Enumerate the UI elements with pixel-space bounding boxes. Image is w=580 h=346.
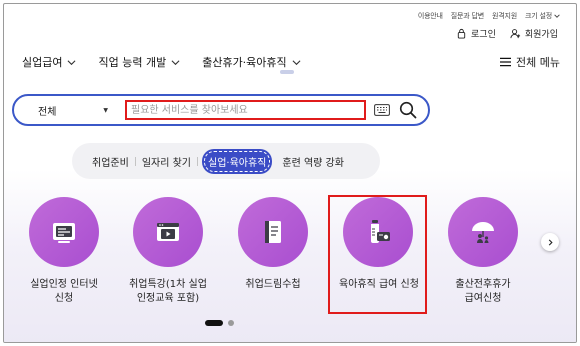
nav-maternity-leave[interactable]: 출산휴가·육아휴직 [202, 54, 301, 70]
keyboard-icon[interactable] [374, 104, 390, 116]
video-play-icon [157, 223, 179, 241]
category-tabs: 취업준비 일자리 찾기 실업·육아휴직 훈련 역량 강화 [72, 143, 380, 179]
hamburger-icon [500, 57, 512, 67]
account-links: 로그인 회원가입 [456, 27, 558, 40]
page-frame: 이용안내 질문과 답변 원격지원 크기 설정 로그인 회원가입 실업급여 직업 … [3, 3, 577, 343]
search-input[interactable] [125, 100, 366, 120]
search-category-select[interactable]: 전체 ▼ [38, 103, 108, 118]
tab-unemployment-leave[interactable]: 실업·육아휴직 [202, 148, 273, 174]
chevron-down-icon [171, 59, 180, 65]
pager-dot-active[interactable] [205, 320, 223, 326]
util-link-remote[interactable]: 원격지원 [492, 11, 517, 21]
carousel-pager [205, 320, 234, 326]
lock-icon [457, 28, 466, 39]
service-label-line: 급여신청 [464, 293, 502, 304]
service-label: 취업드림수첩 [234, 278, 312, 292]
caret-down-icon: ▼ [103, 107, 108, 114]
service-label-line: 육아휴직 급여 신청 [339, 279, 419, 290]
nav-label: 출산휴가·육아휴직 [202, 56, 287, 69]
login-link[interactable]: 로그인 [456, 27, 496, 40]
chevron-right-icon [548, 238, 553, 246]
umbrella-family-icon [472, 222, 494, 243]
chevron-down-icon [292, 59, 301, 65]
service-label-line: 인정교육 포함) [136, 293, 200, 304]
all-menu-label: 전체 메뉴 [516, 56, 560, 69]
join-link[interactable]: 회원가입 [510, 27, 558, 40]
login-label: 로그인 [471, 30, 496, 40]
service-icon-circle [29, 197, 99, 267]
nav-unemployment[interactable]: 실업급여 [22, 54, 76, 70]
service-label: 출산전후휴가 급여신청 [444, 278, 522, 306]
service-label-line: 취업드림수첩 [245, 279, 301, 290]
join-label: 회원가입 [524, 30, 558, 40]
all-menu-button[interactable]: 전체 메뉴 [500, 54, 560, 70]
search-category-value: 전체 [38, 107, 57, 118]
service-card-dream-book[interactable]: 취업드림수첩 [234, 197, 312, 292]
font-size-label: 크기 설정 [525, 12, 552, 20]
tab-job-prep[interactable]: 취업준비 [86, 154, 135, 169]
service-label-line: 신청 [54, 293, 74, 304]
service-card-maternity-benefit[interactable]: 출산전후휴가 급여신청 [444, 197, 522, 306]
carousel-next-button[interactable] [541, 233, 559, 251]
service-label: 육아휴직 급여 신청 [339, 278, 419, 292]
service-icon-circle [133, 197, 203, 267]
pager-dot[interactable] [228, 320, 234, 326]
partial-graphic [280, 70, 294, 74]
util-link-guide[interactable]: 이용안내 [418, 11, 443, 21]
util-link-qna[interactable]: 질문과 답변 [451, 11, 484, 21]
utility-links: 이용안내 질문과 답변 원격지원 크기 설정 [418, 11, 560, 21]
baby-bottle-card-icon [371, 220, 390, 243]
service-card-job-lecture[interactable]: 취업특강(1차 실업 인정교육 포함) [129, 197, 207, 306]
font-size-setting[interactable]: 크기 설정 [525, 11, 560, 21]
chevron-down-icon [554, 14, 560, 18]
service-label-line: 실업인정 인터넷 [30, 279, 98, 290]
service-label: 취업특강(1차 실업 인정교육 포함) [129, 278, 207, 306]
service-icon-circle [238, 197, 308, 267]
document-list-icon [53, 223, 75, 243]
chevron-down-icon [68, 59, 76, 65]
search-icon[interactable] [399, 101, 417, 119]
tab-training[interactable]: 훈련 역량 강화 [276, 154, 350, 169]
nav-job-skills[interactable]: 직업 능력 개발 [98, 54, 180, 70]
tab-divider [197, 156, 198, 166]
service-label: 실업인정 인터넷 신청 [25, 278, 103, 306]
main-nav: 실업급여 직업 능력 개발 출산휴가·육아휴직 [22, 54, 301, 70]
service-label-line: 출산전후휴가 [455, 279, 511, 290]
service-card-unemployment-cert[interactable]: 실업인정 인터넷 신청 [25, 197, 103, 306]
notebook-icon [265, 221, 281, 243]
nav-label: 실업급여 [22, 56, 63, 69]
service-label-line: 취업특강(1차 실업 [129, 279, 207, 290]
service-card-parental-leave[interactable]: 육아휴직 급여 신청 [339, 197, 419, 292]
search-bar: 전체 ▼ [12, 94, 430, 126]
user-plus-icon [510, 29, 520, 39]
service-icon-circle [448, 197, 518, 267]
nav-label: 직업 능력 개발 [98, 56, 167, 69]
service-icon-circle [343, 197, 413, 267]
tab-job-search[interactable]: 일자리 찾기 [136, 154, 197, 169]
